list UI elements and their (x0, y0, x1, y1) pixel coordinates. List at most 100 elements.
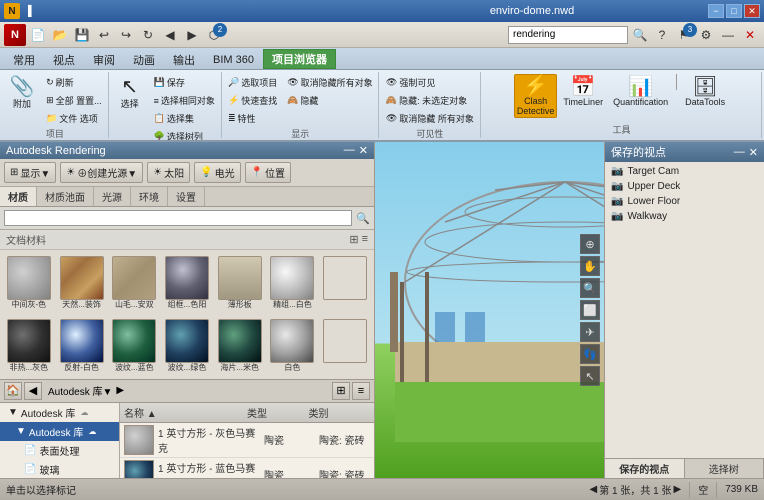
unhide-btn[interactable]: 👁取消隐藏所有对象 (283, 74, 376, 91)
grid-view-btn[interactable]: ⊞ (349, 233, 358, 246)
material-search-input[interactable] (4, 210, 352, 226)
material-item-5[interactable]: 精组...白色 (268, 254, 318, 312)
refresh-btn2[interactable]: ↻刷新 (42, 74, 106, 91)
material-item-10[interactable]: 波纹...绿色 (162, 317, 212, 375)
redo-btn[interactable]: ↪ (116, 25, 136, 45)
pan-btn[interactable]: ✋ (580, 256, 600, 276)
search-btn[interactable]: 🔍 (630, 25, 650, 45)
open-btn[interactable]: 📂 (50, 25, 70, 45)
search-input[interactable] (508, 26, 628, 44)
lib-list-btn[interactable]: ≡ (352, 382, 370, 400)
tree-autodesk-root[interactable]: ▼ Autodesk 库 ☁ (0, 403, 119, 422)
material-item-0[interactable]: 中间灰-色 (4, 254, 54, 312)
lib-row-0[interactable]: 1 英寸方形 - 灰色马赛克 陶瓷 陶瓷: 瓷砖 (120, 423, 374, 458)
select-same-btn[interactable]: ≡选择相同对象 (150, 92, 219, 109)
lib-back-btn[interactable]: ◀ (24, 382, 42, 400)
lib-home-btn[interactable]: 🏠 (4, 382, 22, 400)
zoom-box-btn[interactable]: ⬜ (580, 300, 600, 320)
new-btn[interactable]: 📄 (28, 25, 48, 45)
material-item-7[interactable]: 非热...灰色 (4, 317, 54, 375)
unhide-all-btn[interactable]: 👁取消隐藏 所有对象 (382, 110, 478, 127)
undo-btn[interactable]: ↩ (94, 25, 114, 45)
material-item-8[interactable]: 反射-白色 (57, 317, 107, 375)
col-category[interactable]: 类别 (309, 405, 371, 420)
material-item-3[interactable]: 组框...色阳 (162, 254, 212, 312)
tab-light-source[interactable]: 光源 (94, 187, 131, 206)
close-window-btn[interactable]: ✕ (740, 25, 760, 45)
help-btn[interactable]: ? (652, 25, 672, 45)
material-item-12[interactable]: 白色 (268, 317, 318, 375)
lib-grid-btn[interactable]: ⊞ (332, 382, 350, 400)
next-page-btn[interactable]: ▶ (673, 484, 681, 495)
view-item-2[interactable]: 📷 Lower Floor (607, 194, 762, 209)
hide-btn[interactable]: 🙈隐藏 (283, 92, 376, 109)
tab-material[interactable]: 材质 (0, 187, 37, 206)
tab-output[interactable]: 输出 (164, 49, 204, 69)
panel-close-btn[interactable]: ✕ (359, 144, 368, 157)
save-btn[interactable]: 💾 (72, 25, 92, 45)
electric-light-btn[interactable]: 💡 电光 (194, 162, 240, 183)
orbit-btn[interactable]: ⊕ (580, 234, 600, 254)
display-mode-btn[interactable]: ⊞ 显示▼ (4, 162, 56, 183)
panel-minimize-btn[interactable]: — (344, 144, 355, 157)
timeliner-btn[interactable]: 📅 TimeLiner (559, 74, 607, 110)
material-item-11[interactable]: 海片...米色 (215, 317, 265, 375)
sv-tab-views[interactable]: 保存的视点 (605, 459, 685, 478)
minimize-window-btn[interactable]: — (718, 25, 738, 45)
minimize-btn[interactable]: − (708, 4, 724, 18)
force-visible-btn[interactable]: 👁强制可见 (382, 74, 478, 91)
find-items-btn[interactable]: 🔎选取项目 (224, 74, 281, 91)
material-item-4[interactable]: 薄形板 (215, 254, 265, 312)
select-main-btn[interactable]: ↖ 选择 (112, 74, 148, 113)
material-item-2[interactable]: 山毛...安双 (109, 254, 159, 312)
fly-btn[interactable]: ✈ (580, 322, 600, 342)
options-btn[interactable]: ⚙ (696, 25, 716, 45)
forward-btn[interactable]: ▶ (182, 25, 202, 45)
create-light-btn[interactable]: ☀ ⊕创建光源▼ (60, 162, 143, 183)
tree-autodesk-lib[interactable]: ▼ Autodesk 库 ☁ (0, 422, 119, 441)
tab-environment[interactable]: 环境 (131, 187, 168, 206)
sun-btn[interactable]: ☀ 太阳 (147, 162, 190, 183)
prev-page-btn[interactable]: ◀ (590, 484, 598, 495)
material-item-9[interactable]: 波纹...蓝色 (109, 317, 159, 375)
datatools-btn[interactable]: 🗄 DataTools (681, 74, 729, 110)
tree-glass[interactable]: 📄 玻璃 (0, 460, 119, 478)
sv-minimize-btn[interactable]: — (734, 146, 745, 159)
sv-close-btn[interactable]: ✕ (749, 146, 758, 159)
list-view-btn[interactable]: ≡ (362, 233, 368, 246)
app-menu-btn[interactable]: N (4, 24, 26, 46)
select-set-btn[interactable]: 📋选择集 (150, 110, 219, 127)
col-name[interactable]: 名称 ▲ (124, 405, 247, 420)
maximize-btn[interactable]: □ (726, 4, 742, 18)
quick-find-btn[interactable]: ⚡快速查找 (224, 92, 281, 109)
refresh-btn[interactable]: ↻ (138, 25, 158, 45)
close-btn[interactable]: ✕ (744, 4, 760, 18)
zoom-btn[interactable]: 🔍 (580, 278, 600, 298)
all-replace-btn[interactable]: ⊞全部 置置... (42, 92, 106, 109)
select-tree-btn[interactable]: 🌳选择树列 (150, 128, 219, 142)
attr-btn[interactable]: ≣特性 (224, 110, 281, 127)
tab-material-pool[interactable]: 材质池面 (37, 187, 94, 206)
attach-btn[interactable]: 📎 附加 (4, 74, 40, 113)
tab-project-browser[interactable]: 项目浏览器 (263, 49, 336, 69)
view-item-1[interactable]: 📷 Upper Deck (607, 179, 762, 194)
tab-viewpoint[interactable]: 视点 (44, 49, 84, 69)
sv-tab-tree[interactable]: 选择树 (685, 459, 764, 478)
material-search-icon[interactable]: 🔍 (356, 212, 370, 225)
back-btn[interactable]: ◀ (160, 25, 180, 45)
hide-unselected-btn[interactable]: 🙈隐藏: 未选定对象 (382, 92, 478, 109)
save-select-btn[interactable]: 💾保存 (150, 74, 219, 91)
view-item-0[interactable]: 📷 Target Cam (607, 164, 762, 179)
view-item-3[interactable]: 📷 Walkway (607, 209, 762, 224)
tab-animate[interactable]: 动画 (124, 49, 164, 69)
clash-detective-btn[interactable]: ⚡ ClashDetective (514, 74, 558, 118)
quantification-btn[interactable]: 📊 Quantification (609, 74, 672, 110)
tree-surface[interactable]: 📄 表面处理 (0, 441, 119, 460)
col-type[interactable]: 类型 (247, 405, 309, 420)
tab-bim360[interactable]: BIM 360 (204, 49, 263, 69)
position-btn[interactable]: 📍 位置 (245, 162, 291, 183)
select-vp-btn[interactable]: ↖ (580, 366, 600, 386)
file-options-btn[interactable]: 📁文件 选项 (42, 110, 106, 127)
tab-review[interactable]: 审阅 (84, 49, 124, 69)
material-item-1[interactable]: 天然...装饰 (57, 254, 107, 312)
